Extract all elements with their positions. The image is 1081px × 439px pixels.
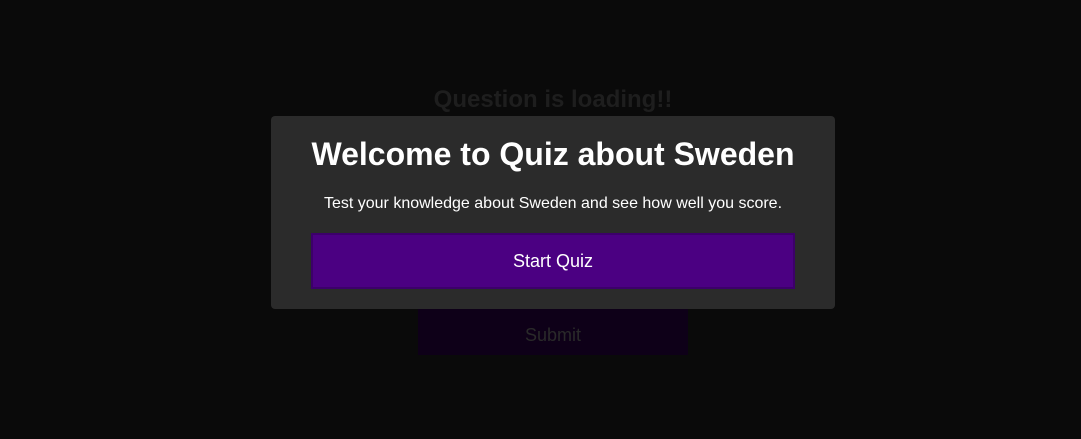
modal-description: Test your knowledge about Sweden and see… [323, 195, 783, 212]
modal-overlay: Welcome to Quiz about Sweden Test your k… [0, 0, 1081, 439]
welcome-modal: Welcome to Quiz about Sweden Test your k… [271, 116, 835, 309]
quiz-page: Question is loading!! Submit Welcome to … [0, 0, 1081, 439]
start-quiz-button[interactable]: Start Quiz [311, 233, 795, 289]
modal-title: Welcome to Quiz about Sweden [311, 136, 795, 172]
